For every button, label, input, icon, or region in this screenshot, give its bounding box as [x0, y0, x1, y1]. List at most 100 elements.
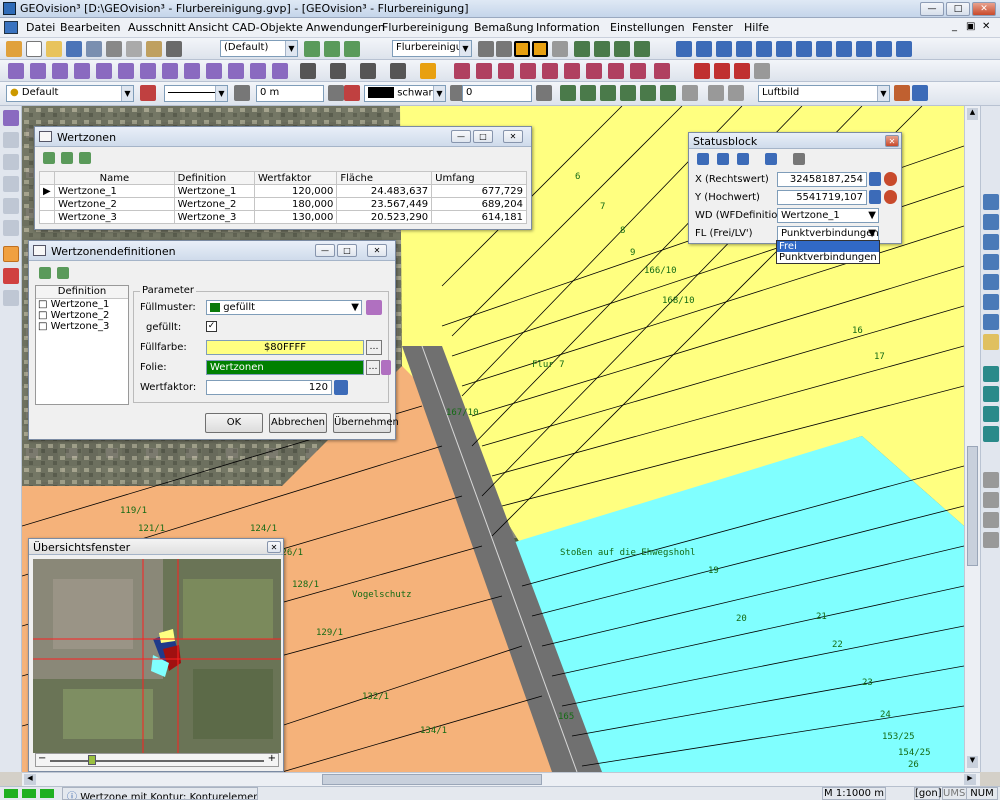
- arc-icon[interactable]: [74, 63, 90, 79]
- zoom-out-icon[interactable]: [983, 214, 999, 230]
- snap-4-icon[interactable]: [520, 63, 536, 79]
- close-button[interactable]: ✕: [503, 130, 523, 143]
- document-icon[interactable]: [4, 21, 18, 34]
- pan-hand-icon[interactable]: [983, 334, 999, 350]
- view-1-icon[interactable]: [983, 472, 999, 488]
- menu-bemassung[interactable]: Bemaßung: [474, 21, 534, 34]
- offset-icon[interactable]: [206, 63, 222, 79]
- info-6-icon[interactable]: [776, 41, 792, 57]
- value-spin-icon[interactable]: [536, 85, 552, 101]
- linewidth-field[interactable]: 0 m: [256, 85, 324, 102]
- print-preview-icon[interactable]: [126, 41, 142, 57]
- raster-3-icon[interactable]: [600, 85, 616, 101]
- menu-bearbeiten[interactable]: Bearbeiten: [60, 21, 120, 34]
- info-2-icon[interactable]: [696, 41, 712, 57]
- left-tool-1-icon[interactable]: [3, 110, 19, 126]
- x-calc-icon[interactable]: [869, 172, 881, 186]
- overview-map[interactable]: [33, 559, 281, 753]
- mdi-close-icon[interactable]: ✕: [982, 21, 990, 32]
- y-field[interactable]: 5541719,107: [777, 190, 867, 205]
- zoom-slider-thumb[interactable]: [88, 755, 96, 765]
- hscroll-thumb[interactable]: [322, 774, 542, 785]
- save-icon[interactable]: [66, 41, 82, 57]
- snap-9-icon[interactable]: [630, 63, 646, 79]
- menu-hilfe[interactable]: Hilfe: [744, 21, 769, 34]
- close-button[interactable]: ✕: [885, 135, 899, 147]
- y-calc-icon[interactable]: [869, 190, 881, 204]
- info-9-icon[interactable]: [836, 41, 852, 57]
- left-tool-4-icon[interactable]: [3, 176, 19, 192]
- info-3-icon[interactable]: [716, 41, 732, 57]
- layer-edit-icon[interactable]: [324, 41, 340, 57]
- table-row[interactable]: ▶ Wertzone_1 Wertzone_1 120,000 24.483,6…: [38, 184, 527, 198]
- raster-combo[interactable]: Luftbild ▼: [758, 85, 890, 102]
- left-tool-6-icon[interactable]: [3, 220, 19, 236]
- new-file-icon[interactable]: [26, 41, 42, 57]
- close-button[interactable]: ✕: [267, 541, 281, 553]
- overview-zoom-slider[interactable]: − +: [35, 753, 279, 767]
- definition-new-icon[interactable]: [39, 267, 51, 279]
- scroll-right-icon[interactable]: ▶: [964, 774, 976, 785]
- point-tool-icon[interactable]: [8, 63, 24, 79]
- scissors-icon[interactable]: [250, 63, 266, 79]
- menu-cad-objekte[interactable]: CAD-Objekte: [232, 21, 303, 34]
- snap-7-icon[interactable]: [586, 63, 602, 79]
- text-icon[interactable]: [330, 63, 346, 79]
- minimize-button[interactable]: —: [920, 2, 944, 16]
- zoom-out-icon[interactable]: −: [38, 753, 46, 764]
- col-name[interactable]: Name: [54, 171, 175, 185]
- snap-6-icon[interactable]: [564, 63, 580, 79]
- color-settings-icon[interactable]: [344, 85, 360, 101]
- status-tool-4-icon[interactable]: [765, 153, 777, 165]
- left-tool-9-icon[interactable]: [3, 290, 19, 306]
- fuellfarbe-field[interactable]: $80FFFF: [206, 340, 364, 355]
- delete-icon[interactable]: [694, 63, 710, 79]
- open-folder-icon[interactable]: [46, 41, 62, 57]
- raster-2-icon[interactable]: [580, 85, 596, 101]
- polygon-icon[interactable]: [140, 63, 156, 79]
- overview-titlebar[interactable]: Übersichtsfenster ✕: [29, 539, 283, 555]
- status-tool-1-icon[interactable]: [697, 153, 709, 165]
- left-tool-5-icon[interactable]: [3, 198, 19, 214]
- nav-1-icon[interactable]: [983, 366, 999, 382]
- list-item[interactable]: □ Wertzone_2: [36, 310, 128, 321]
- view-2-icon[interactable]: [983, 492, 999, 508]
- col-umfang[interactable]: Umfang: [431, 171, 527, 185]
- image-insert-icon[interactable]: [390, 63, 406, 79]
- print-icon[interactable]: [106, 41, 122, 57]
- status-tool-2-icon[interactable]: [717, 153, 729, 165]
- info-11-icon[interactable]: [876, 41, 892, 57]
- status-tool-3-icon[interactable]: [737, 153, 749, 165]
- menu-anwendungen[interactable]: Anwendungen: [306, 21, 385, 34]
- points-icon[interactable]: [614, 41, 630, 57]
- statusblock-titlebar[interactable]: Statusblock ✕: [689, 133, 901, 149]
- mdi-minimize-icon[interactable]: _: [952, 21, 957, 32]
- fuellmuster-select[interactable]: gefüllt ▼: [206, 300, 362, 315]
- line-tool-icon[interactable]: [478, 41, 494, 57]
- wertzonen-titlebar[interactable]: Wertzonen — □ ✕: [35, 127, 531, 147]
- menu-datei[interactable]: Datei: [26, 21, 55, 34]
- menu-flurbereinigung[interactable]: Flurbereinigung: [382, 21, 469, 34]
- edit-icon[interactable]: [734, 63, 750, 79]
- layer-combo[interactable]: ● Default ▼: [6, 85, 134, 102]
- layer-remove-icon[interactable]: [344, 41, 360, 57]
- scroll-left-icon[interactable]: ◀: [24, 774, 36, 785]
- clipboard-icon[interactable]: [146, 41, 162, 57]
- minimize-button[interactable]: —: [315, 244, 335, 257]
- x-target-icon[interactable]: [884, 172, 897, 186]
- status-tool-5-icon[interactable]: [793, 153, 805, 165]
- spline-icon[interactable]: [162, 63, 178, 79]
- snap-10-icon[interactable]: [654, 63, 670, 79]
- raster-view-icon[interactable]: [894, 85, 910, 101]
- scroll-down-icon[interactable]: ▼: [967, 756, 978, 768]
- ok-button[interactable]: OK: [205, 413, 263, 433]
- raster-8-icon[interactable]: [708, 85, 724, 101]
- info-10-icon[interactable]: [856, 41, 872, 57]
- info-7-icon[interactable]: [796, 41, 812, 57]
- info-1-icon[interactable]: [676, 41, 692, 57]
- zoom-next-icon[interactable]: [983, 294, 999, 310]
- zone-delete-icon[interactable]: [79, 152, 91, 164]
- folie-picker-button[interactable]: …: [366, 360, 380, 375]
- col-definition[interactable]: Definition: [173, 171, 255, 185]
- linewidth-spin-icon[interactable]: [328, 85, 344, 101]
